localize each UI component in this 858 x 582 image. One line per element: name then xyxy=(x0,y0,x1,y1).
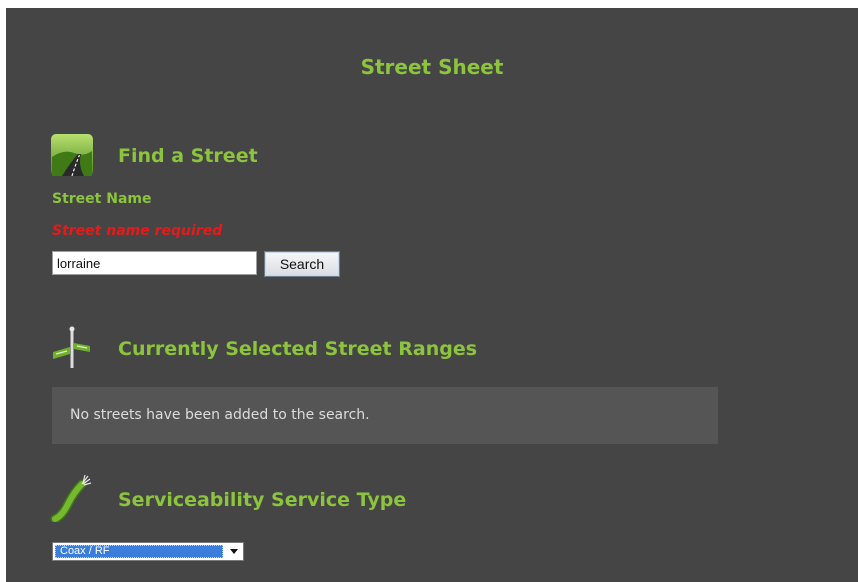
find-street-title: Find a Street xyxy=(118,145,258,167)
service-type-selected-value: Coax / RF xyxy=(55,545,223,558)
street-name-input[interactable] xyxy=(52,251,257,275)
street-sign-icon xyxy=(50,326,94,370)
street-sheet-panel: Street Sheet Find a Street Street Name S… xyxy=(6,8,858,582)
street-name-label: Street Name xyxy=(52,191,152,207)
chevron-down-icon[interactable] xyxy=(225,543,243,560)
service-type-select[interactable]: Coax / RF xyxy=(52,542,244,561)
road-icon xyxy=(50,133,94,177)
selected-ranges-title: Currently Selected Street Ranges xyxy=(118,338,478,360)
service-type-title: Serviceability Service Type xyxy=(118,489,407,511)
search-button[interactable]: Search xyxy=(264,251,340,277)
empty-list-message: No streets have been added to the search… xyxy=(70,407,370,423)
page-title: Street Sheet xyxy=(360,55,504,79)
selected-ranges-list: No streets have been added to the search… xyxy=(52,387,718,444)
street-name-error: Street name required xyxy=(52,223,223,239)
cable-icon xyxy=(50,474,94,524)
